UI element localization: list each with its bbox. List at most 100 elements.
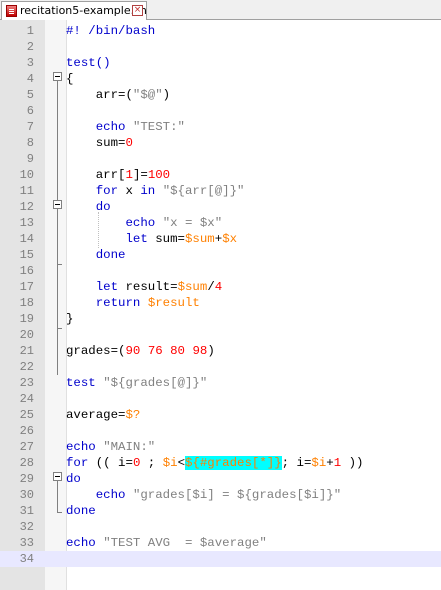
line-number: 20: [19, 328, 34, 342]
tab-recitation5-example[interactable]: recitation5-example.sh ×: [1, 1, 147, 20]
code-editor[interactable]: 1 #! /bin/bash 2 3 test() 4{5 arr=("$@") 6 7 ec…: [0, 20, 441, 590]
line-number: 33: [19, 536, 34, 550]
line-number: 2: [26, 40, 34, 54]
code-line[interactable]: 28 for (( i=0 ; $i<${#grades[*]}; i=$i+1 …: [0, 455, 441, 471]
code-line[interactable]: 26: [0, 423, 441, 439]
code-line[interactable]: 7 echo "TEST:": [0, 119, 441, 135]
code-token: 0: [125, 136, 133, 150]
code-line[interactable]: 5 arr=("$@"): [0, 87, 441, 103]
code-line[interactable]: 13 echo "x = $x": [0, 215, 441, 231]
code-token: $i: [162, 456, 178, 470]
code-line[interactable]: 17 let result=$sum/4: [0, 279, 441, 295]
code-token: {: [66, 72, 74, 86]
code-token: #! /bin/bash: [66, 24, 156, 38]
code-token: /: [207, 280, 215, 294]
code-token: $sum: [177, 280, 208, 294]
code-token: "${grades[@]}": [103, 376, 208, 390]
line-number: 26: [19, 424, 34, 438]
fold-toggle-icon[interactable]: [53, 472, 62, 481]
code-line[interactable]: 4{: [0, 71, 441, 87]
code-line[interactable]: 15 done: [0, 247, 441, 263]
line-number: 34: [19, 552, 34, 566]
code-line[interactable]: 8 sum=0: [0, 135, 441, 151]
code-line[interactable]: 30 echo "grades[$i] = ${grades[$i]}": [0, 487, 441, 503]
code-token: for: [66, 456, 89, 470]
code-token: 100: [147, 168, 171, 182]
code-line[interactable]: 12 do: [0, 199, 441, 215]
code-line[interactable]: 20: [0, 327, 441, 343]
code-line[interactable]: 32: [0, 519, 441, 535]
code-line[interactable]: 10 arr[1]=100: [0, 167, 441, 183]
code-line[interactable]: 22: [0, 359, 441, 375]
code-token: $sum: [185, 232, 215, 246]
code-token: echo: [66, 440, 96, 454]
code-line[interactable]: 29 do: [0, 471, 441, 487]
code-text: test "${grades[@]}": [66, 375, 207, 391]
tab-label: recitation5-example.sh: [20, 4, 147, 17]
code-token: ; i=: [281, 456, 312, 470]
code-line[interactable]: 14 let sum=$sum+$x: [0, 231, 441, 247]
line-number: 25: [19, 408, 34, 422]
code-token: sum=: [66, 136, 126, 150]
code-line[interactable]: 1 #! /bin/bash: [0, 23, 441, 39]
code-line[interactable]: 3 test(): [0, 55, 441, 71]
code-line[interactable]: 6: [0, 103, 441, 119]
code-token: ]=: [132, 168, 148, 182]
code-line[interactable]: 27 echo "MAIN:": [0, 439, 441, 455]
code-text: {: [66, 71, 73, 87]
code-token: 1: [125, 168, 133, 182]
code-text: #! /bin/bash: [66, 23, 155, 39]
code-token: sum=: [147, 232, 185, 246]
code-line[interactable]: 18 return $result: [0, 295, 441, 311]
code-text: arr=("$@"): [66, 87, 170, 103]
code-line[interactable]: 33 echo "TEST AVG = $average": [0, 535, 441, 551]
line-number: 11: [19, 184, 34, 198]
fold-toggle-icon[interactable]: [53, 200, 62, 209]
code-token: result=: [118, 280, 178, 294]
code-line[interactable]: 9: [0, 151, 441, 167]
code-token: echo: [66, 536, 96, 550]
code-line[interactable]: 11 for x in "${arr[@]}": [0, 183, 441, 199]
code-token: done: [66, 504, 96, 518]
code-line[interactable]: 24: [0, 391, 441, 407]
code-text: sum=0: [66, 135, 133, 151]
code-text: test(): [66, 55, 111, 71]
code-token: "MAIN:": [103, 440, 156, 454]
code-token: ): [162, 88, 171, 102]
line-number: 8: [26, 136, 34, 150]
code-line[interactable]: 34: [0, 551, 441, 567]
code-line[interactable]: 31 done: [0, 503, 441, 519]
close-icon[interactable]: ×: [132, 5, 143, 16]
code-text: }: [66, 311, 73, 327]
code-line[interactable]: 23 test "${grades[@]}": [0, 375, 441, 391]
line-number: 5: [26, 88, 34, 102]
code-text: echo "MAIN:": [66, 439, 155, 455]
code-line[interactable]: 19}: [0, 311, 441, 327]
line-number: 1: [26, 24, 34, 38]
code-line[interactable]: 16: [0, 263, 441, 279]
code-token: ${#grades[*]}: [185, 456, 282, 470]
fold-end-marker: [57, 512, 62, 513]
code-line[interactable]: 2: [0, 39, 441, 55]
code-token: grades=(: [66, 344, 126, 358]
code-token: echo: [95, 120, 126, 134]
line-number: 7: [26, 120, 34, 134]
code-line[interactable]: 25 average=$?: [0, 407, 441, 423]
fold-line: [57, 209, 58, 375]
code-token: $?: [125, 408, 141, 422]
code-token: arr=(: [66, 88, 133, 102]
fold-toggle-icon[interactable]: [53, 72, 62, 81]
line-number: 32: [19, 520, 34, 534]
code-line[interactable]: 21 grades=(90 76 80 98): [0, 343, 441, 359]
code-text: done: [66, 247, 126, 263]
line-number: 27: [19, 440, 34, 454]
